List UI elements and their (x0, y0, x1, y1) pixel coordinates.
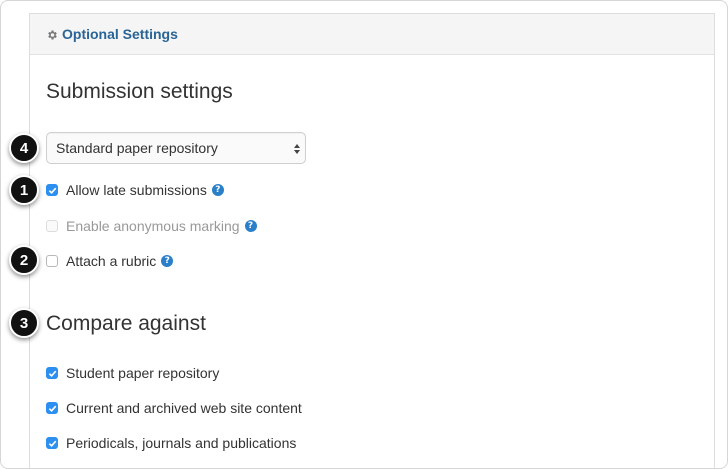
callout-badge-2: 2 (9, 245, 39, 275)
screenshot-frame: Optional Settings Submission settings St… (0, 0, 728, 469)
help-icon[interactable]: ? (244, 220, 257, 232)
submission-settings-heading: Submission settings (46, 80, 233, 103)
help-icon[interactable]: ? (161, 255, 174, 267)
help-icon[interactable]: ? (211, 184, 224, 196)
repository-select-value: Standard paper repository (56, 140, 218, 156)
web-content-option[interactable]: Current and archived web site content (46, 400, 302, 416)
gear-icon (46, 28, 58, 40)
web-content-checkbox[interactable] (46, 402, 58, 414)
allow-late-submissions-checkbox[interactable] (46, 184, 58, 196)
allow-late-submissions-option[interactable]: Allow late submissions ? (46, 182, 224, 198)
compare-against-heading: Compare against (46, 312, 206, 335)
callout-badge-4: 4 (9, 133, 39, 163)
periodicals-label[interactable]: Periodicals, journals and publications (66, 435, 296, 451)
optional-settings-panel: Optional Settings Submission settings St… (29, 13, 715, 468)
allow-late-submissions-label[interactable]: Allow late submissions (66, 182, 207, 198)
anonymous-marking-checkbox (46, 220, 58, 232)
panel-title[interactable]: Optional Settings (62, 26, 178, 42)
periodicals-checkbox[interactable] (46, 437, 58, 449)
panel-header[interactable]: Optional Settings (30, 14, 714, 55)
student-paper-repository-checkbox[interactable] (46, 367, 58, 379)
callout-badge-3: 3 (9, 308, 39, 338)
anonymous-marking-label: Enable anonymous marking (66, 218, 240, 234)
web-content-label[interactable]: Current and archived web site content (66, 400, 302, 416)
repository-select[interactable]: Standard paper repository (46, 132, 306, 164)
student-paper-repository-option[interactable]: Student paper repository (46, 365, 219, 381)
student-paper-repository-label[interactable]: Student paper repository (66, 365, 219, 381)
select-arrows-icon (293, 141, 301, 157)
attach-rubric-checkbox[interactable] (46, 255, 58, 267)
attach-rubric-label[interactable]: Attach a rubric (66, 253, 156, 269)
periodicals-option[interactable]: Periodicals, journals and publications (46, 435, 296, 451)
attach-rubric-option[interactable]: Attach a rubric ? (46, 253, 174, 269)
callout-badge-1: 1 (9, 175, 39, 205)
anonymous-marking-option: Enable anonymous marking ? (46, 218, 257, 234)
